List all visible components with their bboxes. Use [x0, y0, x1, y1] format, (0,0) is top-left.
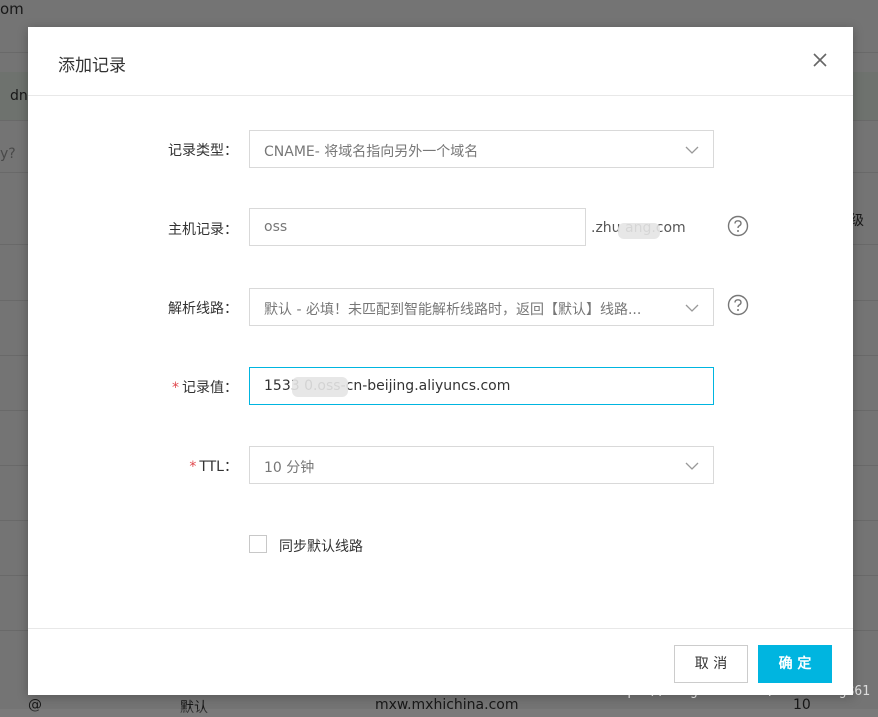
chevron-down-icon — [685, 462, 699, 470]
host-record-value: oss — [264, 219, 288, 235]
confirm-button[interactable]: 确 定 — [758, 645, 832, 683]
resolve-line-value: 默认 - 必填！未匹配到智能解析线路时，返回【默认】线路... — [264, 302, 642, 318]
ttl-value: 10 分钟 — [264, 460, 315, 476]
add-record-dialog: 添加记录 记录类型： CNAME- 将域名指向另外一个域名 主机记录： oss … — [28, 27, 853, 695]
record-value-label: * 记录值： — [172, 380, 238, 396]
sync-default-line-label[interactable]: 同步默认线路 — [279, 536, 363, 556]
question-circle-icon — [727, 294, 749, 316]
resolve-line-label: 解析线路： — [168, 301, 238, 317]
record-type-select[interactable]: CNAME- 将域名指向另外一个域名 — [249, 130, 714, 168]
record-value-input[interactable]: 1533 0.oss-cn-beijing.aliyuncs.com — [249, 367, 714, 405]
required-mark: * — [189, 459, 197, 475]
host-record-input[interactable]: oss — [249, 208, 586, 246]
cancel-button[interactable]: 取 消 — [674, 645, 748, 683]
dialog-header: 添加记录 — [28, 27, 853, 96]
close-icon — [813, 53, 827, 67]
record-type-value: CNAME- 将域名指向另外一个域名 — [264, 144, 479, 160]
ttl-select[interactable]: 10 分钟 — [249, 446, 714, 484]
host-record-label: 主机记录： — [168, 222, 238, 238]
dialog-title: 添加记录 — [58, 56, 126, 76]
record-type-label: 记录类型： — [168, 143, 238, 159]
chevron-down-icon — [685, 304, 699, 312]
resolve-line-help[interactable] — [727, 294, 749, 316]
watermark: https://blog.csdn.net/lianzhang861 — [603, 684, 870, 699]
chevron-down-icon — [685, 146, 699, 154]
sync-default-line-checkbox[interactable] — [249, 535, 267, 553]
required-mark: * — [172, 380, 179, 396]
question-circle-icon — [727, 215, 749, 237]
close-button[interactable] — [809, 49, 831, 71]
redaction-mask — [292, 377, 348, 397]
redaction-mask — [618, 223, 660, 239]
resolve-line-select[interactable]: 默认 - 必填！未匹配到智能解析线路时，返回【默认】线路... — [249, 288, 714, 326]
ttl-label: * TTL： — [189, 459, 238, 475]
host-record-help[interactable] — [727, 215, 749, 237]
